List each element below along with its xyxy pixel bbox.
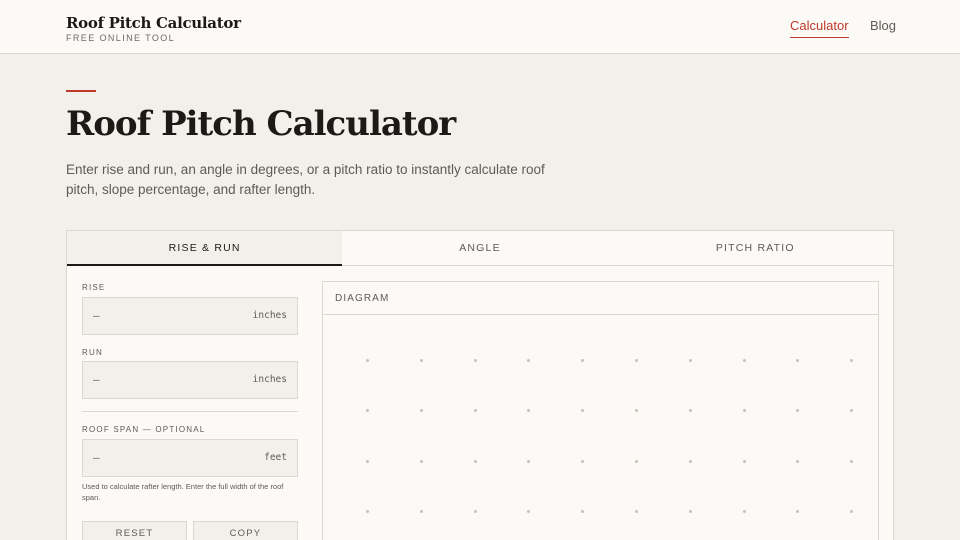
rise-unit: inches [252, 310, 287, 321]
title-accent-line [66, 90, 96, 92]
grid-dot [527, 509, 531, 513]
grid-dot [419, 509, 423, 513]
form-divider [82, 411, 298, 412]
grid-dot [635, 459, 638, 463]
reset-button[interactable]: RESET [82, 521, 187, 540]
grid-dot [850, 359, 854, 362]
grid-dot [366, 459, 369, 463]
tab-pitch-ratio[interactable]: PITCH RATIO [618, 231, 893, 265]
run-label: RUN [82, 348, 103, 357]
grid-dot [688, 459, 692, 463]
grid-dot [366, 509, 369, 513]
grid-dot [366, 359, 369, 362]
grid-dot [796, 509, 800, 513]
page-title: Roof Pitch Calculator [66, 104, 456, 144]
grid-dot [742, 359, 746, 362]
nav-item-calculator[interactable]: Calculator [790, 18, 849, 38]
rise-value: — [93, 309, 100, 322]
grid-dot [581, 409, 585, 413]
span-hint: Used to calculate rafter length. Enter t… [82, 482, 284, 502]
grid-dot [796, 459, 800, 463]
grid-dot [688, 509, 692, 513]
grid-dot [581, 459, 585, 463]
grid-dot [473, 459, 477, 463]
grid-dot [473, 509, 477, 513]
grid-dot [850, 409, 854, 413]
grid-dot [527, 359, 531, 362]
site-header: Roof Pitch Calculator FREE ONLINE TOOL C… [0, 0, 960, 54]
grid-dot [419, 459, 423, 463]
grid-dot [850, 459, 854, 463]
run-input[interactable]: — inches [82, 361, 298, 399]
nav-item-blog[interactable]: Blog [870, 18, 896, 33]
grid-dot [527, 459, 531, 463]
grid-dot [419, 409, 423, 413]
diagram-panel: DIAGRAM [322, 281, 879, 540]
diagram-header: DIAGRAM [323, 282, 878, 315]
run-value: — [93, 373, 100, 386]
tab-angle[interactable]: ANGLE [342, 231, 617, 265]
grid-dot [473, 359, 477, 362]
brand-title[interactable]: Roof Pitch Calculator [66, 14, 241, 32]
span-value: — [93, 451, 100, 464]
grid-dot [635, 359, 638, 362]
brand-subtitle: FREE ONLINE TOOL [66, 33, 176, 43]
grid-dot [635, 409, 638, 413]
grid-dot [366, 409, 369, 413]
mode-tabs: RISE & RUN ANGLE PITCH RATIO [67, 231, 893, 266]
grid-dot [527, 409, 531, 413]
span-input[interactable]: — feet [82, 439, 298, 477]
grid-dot [473, 409, 477, 413]
grid-dot [688, 359, 692, 362]
copy-button[interactable]: COPY [193, 521, 298, 540]
grid-dot [850, 509, 854, 513]
page-description: Enter rise and run, an angle in degrees,… [66, 162, 545, 197]
grid-dot [688, 409, 692, 413]
span-label: ROOF SPAN — OPTIONAL [82, 425, 206, 434]
tab-rise-run[interactable]: RISE & RUN [67, 231, 343, 266]
calculator-card: RISE & RUN ANGLE PITCH RATIO RISE — inch… [66, 230, 894, 540]
span-unit: feet [264, 452, 287, 463]
grid-dot [635, 509, 638, 513]
run-unit: inches [252, 374, 287, 385]
grid-dot [796, 359, 800, 362]
grid-dot [581, 509, 585, 513]
rise-label: RISE [82, 283, 106, 292]
diagram-label: DIAGRAM [335, 293, 390, 304]
grid-dot [796, 409, 800, 413]
grid-dot [742, 509, 746, 513]
grid-dot [419, 359, 423, 362]
grid-dot [742, 459, 746, 463]
rise-input[interactable]: — inches [82, 297, 298, 335]
grid-dot [581, 359, 585, 362]
grid-dot [742, 409, 746, 413]
